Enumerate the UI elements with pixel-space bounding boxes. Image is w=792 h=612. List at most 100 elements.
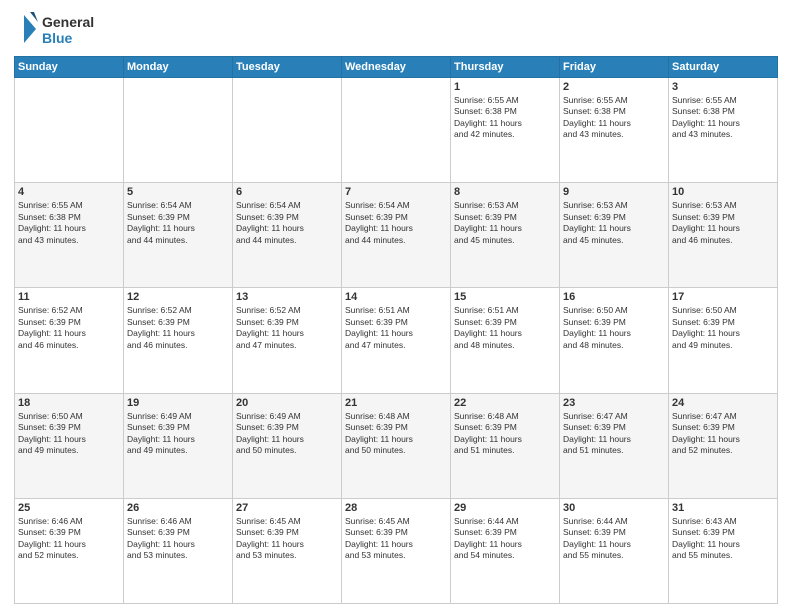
- day-cell: 20 Sunrise: 6:49 AM Sunset: 6:39 PM Dayli…: [233, 393, 342, 498]
- logo-svg: GeneralBlue: [14, 10, 104, 48]
- day-info: Sunrise: 6:48 AM Sunset: 6:39 PM Dayligh…: [345, 411, 447, 457]
- day-info: Sunrise: 6:53 AM Sunset: 6:39 PM Dayligh…: [454, 200, 556, 246]
- day-cell: 22 Sunrise: 6:48 AM Sunset: 6:39 PM Dayli…: [451, 393, 560, 498]
- day-cell: 15 Sunrise: 6:51 AM Sunset: 6:39 PM Dayli…: [451, 288, 560, 393]
- day-cell: 7 Sunrise: 6:54 AM Sunset: 6:39 PM Daylig…: [342, 183, 451, 288]
- page: GeneralBlue SundayMondayTuesdayWednesday…: [0, 0, 792, 612]
- day-info: Sunrise: 6:43 AM Sunset: 6:39 PM Dayligh…: [672, 516, 774, 562]
- week-row-1: 1 Sunrise: 6:55 AM Sunset: 6:38 PM Daylig…: [15, 78, 778, 183]
- weekday-header-row: SundayMondayTuesdayWednesdayThursdayFrid…: [15, 57, 778, 78]
- day-number: 25: [18, 502, 120, 514]
- day-number: 12: [127, 291, 229, 303]
- day-info: Sunrise: 6:50 AM Sunset: 6:39 PM Dayligh…: [563, 305, 665, 351]
- day-number: 18: [18, 397, 120, 409]
- weekday-header-friday: Friday: [560, 57, 669, 78]
- day-cell: 4Sunrise: 6:55 AM Sunset: 6:38 PM Daylig…: [15, 183, 124, 288]
- day-info: Sunrise: 6:48 AM Sunset: 6:39 PM Dayligh…: [454, 411, 556, 457]
- day-cell: 1 Sunrise: 6:55 AM Sunset: 6:38 PM Daylig…: [451, 78, 560, 183]
- day-info: Sunrise: 6:50 AM Sunset: 6:39 PM Dayligh…: [18, 411, 120, 457]
- day-number: 26: [127, 502, 229, 514]
- day-cell: 12Sunrise: 6:52 AM Sunset: 6:39 PM Dayli…: [124, 288, 233, 393]
- week-row-5: 25 Sunrise: 6:46 AM Sunset: 6:39 PM Dayli…: [15, 498, 778, 603]
- day-number: 28: [345, 502, 447, 514]
- day-number: 8: [454, 186, 556, 198]
- day-cell: [233, 78, 342, 183]
- day-cell: [15, 78, 124, 183]
- day-cell: 16 Sunrise: 6:50 AM Sunset: 6:39 PM Dayli…: [560, 288, 669, 393]
- day-info: Sunrise: 6:50 AM Sunset: 6:39 PM Dayligh…: [672, 305, 774, 351]
- day-cell: 29 Sunrise: 6:44 AM Sunset: 6:39 PM Dayli…: [451, 498, 560, 603]
- day-info: Sunrise: 6:44 AM Sunset: 6:39 PM Dayligh…: [454, 516, 556, 562]
- day-number: 20: [236, 397, 338, 409]
- week-row-2: 4Sunrise: 6:55 AM Sunset: 6:38 PM Daylig…: [15, 183, 778, 288]
- day-info: Sunrise: 6:55 AM Sunset: 6:38 PM Dayligh…: [18, 200, 120, 246]
- day-number: 21: [345, 397, 447, 409]
- day-cell: 5 Sunrise: 6:54 AM Sunset: 6:39 PM Daylig…: [124, 183, 233, 288]
- day-cell: 25 Sunrise: 6:46 AM Sunset: 6:39 PM Dayli…: [15, 498, 124, 603]
- day-cell: 10 Sunrise: 6:53 AM Sunset: 6:39 PM Dayli…: [669, 183, 778, 288]
- day-info: Sunrise: 6:55 AM Sunset: 6:38 PM Dayligh…: [454, 95, 556, 141]
- week-row-4: 18 Sunrise: 6:50 AM Sunset: 6:39 PM Dayli…: [15, 393, 778, 498]
- day-cell: 24 Sunrise: 6:47 AM Sunset: 6:39 PM Dayli…: [669, 393, 778, 498]
- day-info: Sunrise: 6:45 AM Sunset: 6:39 PM Dayligh…: [345, 516, 447, 562]
- weekday-header-sunday: Sunday: [15, 57, 124, 78]
- day-cell: 23 Sunrise: 6:47 AM Sunset: 6:39 PM Dayli…: [560, 393, 669, 498]
- day-info: Sunrise: 6:54 AM Sunset: 6:39 PM Dayligh…: [345, 200, 447, 246]
- day-cell: 18 Sunrise: 6:50 AM Sunset: 6:39 PM Dayli…: [15, 393, 124, 498]
- day-info: Sunrise: 6:49 AM Sunset: 6:39 PM Dayligh…: [127, 411, 229, 457]
- day-info: Sunrise: 6:52 AM Sunset: 6:39 PM Dayligh…: [236, 305, 338, 351]
- day-info: Sunrise: 6:53 AM Sunset: 6:39 PM Dayligh…: [672, 200, 774, 246]
- day-info: Sunrise: 6:47 AM Sunset: 6:39 PM Dayligh…: [672, 411, 774, 457]
- day-number: 31: [672, 502, 774, 514]
- day-cell: 19 Sunrise: 6:49 AM Sunset: 6:39 PM Dayli…: [124, 393, 233, 498]
- day-number: 14: [345, 291, 447, 303]
- day-cell: 8 Sunrise: 6:53 AM Sunset: 6:39 PM Daylig…: [451, 183, 560, 288]
- day-cell: 21 Sunrise: 6:48 AM Sunset: 6:39 PM Dayli…: [342, 393, 451, 498]
- day-cell: 13Sunrise: 6:52 AM Sunset: 6:39 PM Dayli…: [233, 288, 342, 393]
- day-info: Sunrise: 6:49 AM Sunset: 6:39 PM Dayligh…: [236, 411, 338, 457]
- day-number: 24: [672, 397, 774, 409]
- day-number: 10: [672, 186, 774, 198]
- svg-text:Blue: Blue: [42, 30, 73, 46]
- day-number: 22: [454, 397, 556, 409]
- day-number: 17: [672, 291, 774, 303]
- day-number: 1: [454, 81, 556, 93]
- weekday-header-monday: Monday: [124, 57, 233, 78]
- header: GeneralBlue: [14, 10, 778, 48]
- weekday-header-tuesday: Tuesday: [233, 57, 342, 78]
- day-number: 27: [236, 502, 338, 514]
- logo: GeneralBlue: [14, 10, 104, 48]
- svg-text:General: General: [42, 14, 94, 30]
- day-number: 16: [563, 291, 665, 303]
- day-number: 5: [127, 186, 229, 198]
- day-info: Sunrise: 6:51 AM Sunset: 6:39 PM Dayligh…: [454, 305, 556, 351]
- weekday-header-thursday: Thursday: [451, 57, 560, 78]
- day-cell: [124, 78, 233, 183]
- day-info: Sunrise: 6:52 AM Sunset: 6:39 PM Dayligh…: [18, 305, 120, 351]
- day-info: Sunrise: 6:54 AM Sunset: 6:39 PM Dayligh…: [127, 200, 229, 246]
- day-cell: 11Sunrise: 6:52 AM Sunset: 6:39 PM Dayli…: [15, 288, 124, 393]
- day-cell: 26 Sunrise: 6:46 AM Sunset: 6:39 PM Dayli…: [124, 498, 233, 603]
- day-cell: 31 Sunrise: 6:43 AM Sunset: 6:39 PM Dayli…: [669, 498, 778, 603]
- day-cell: 30Sunrise: 6:44 AM Sunset: 6:39 PM Dayli…: [560, 498, 669, 603]
- week-row-3: 11Sunrise: 6:52 AM Sunset: 6:39 PM Dayli…: [15, 288, 778, 393]
- day-number: 19: [127, 397, 229, 409]
- day-info: Sunrise: 6:46 AM Sunset: 6:39 PM Dayligh…: [127, 516, 229, 562]
- day-number: 6: [236, 186, 338, 198]
- day-cell: 17 Sunrise: 6:50 AM Sunset: 6:39 PM Dayli…: [669, 288, 778, 393]
- day-number: 7: [345, 186, 447, 198]
- day-cell: 27Sunrise: 6:45 AM Sunset: 6:39 PM Dayli…: [233, 498, 342, 603]
- day-number: 2: [563, 81, 665, 93]
- day-cell: 6Sunrise: 6:54 AM Sunset: 6:39 PM Daylig…: [233, 183, 342, 288]
- day-number: 29: [454, 502, 556, 514]
- weekday-header-saturday: Saturday: [669, 57, 778, 78]
- day-info: Sunrise: 6:46 AM Sunset: 6:39 PM Dayligh…: [18, 516, 120, 562]
- day-cell: 14 Sunrise: 6:51 AM Sunset: 6:39 PM Dayli…: [342, 288, 451, 393]
- day-cell: 2Sunrise: 6:55 AM Sunset: 6:38 PM Daylig…: [560, 78, 669, 183]
- day-number: 23: [563, 397, 665, 409]
- day-cell: 3Sunrise: 6:55 AM Sunset: 6:38 PM Daylig…: [669, 78, 778, 183]
- calendar-table: SundayMondayTuesdayWednesdayThursdayFrid…: [14, 56, 778, 604]
- day-info: Sunrise: 6:47 AM Sunset: 6:39 PM Dayligh…: [563, 411, 665, 457]
- day-info: Sunrise: 6:51 AM Sunset: 6:39 PM Dayligh…: [345, 305, 447, 351]
- day-number: 15: [454, 291, 556, 303]
